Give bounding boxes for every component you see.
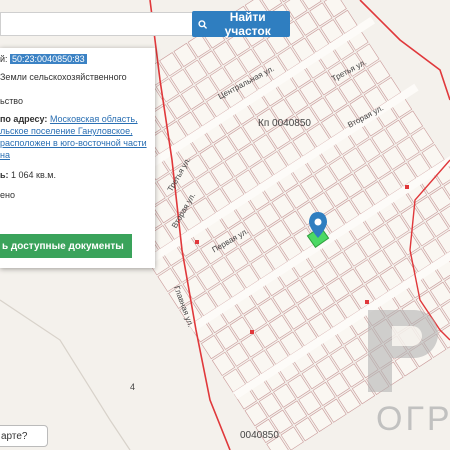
address-row: по адресу: Московская область, bbox=[0, 114, 138, 124]
address-line-4[interactable]: на bbox=[0, 150, 10, 160]
cadastral-number-row: й: 50:23:0040850:83 bbox=[0, 54, 87, 64]
cadastral-number-value[interactable]: 50:23:0040850:83 bbox=[10, 54, 87, 64]
help-bubble[interactable]: арте? bbox=[0, 425, 48, 447]
watermark-text: ОГР bbox=[376, 400, 450, 438]
address-line-1[interactable]: Московская область, bbox=[50, 114, 138, 124]
block-label-bottom: 0040850 bbox=[240, 430, 279, 441]
misc-text: ено bbox=[0, 190, 15, 200]
search-icon bbox=[198, 19, 208, 29]
parcel-info-card: й: 50:23:0040850:83 Земли сельскохозяйст… bbox=[0, 48, 155, 268]
block-label-center: Кп 0040850 bbox=[258, 118, 311, 129]
cadastral-number-label: й: bbox=[0, 54, 11, 64]
address-line-2[interactable]: льское поселение Гануловское, bbox=[0, 126, 133, 136]
area-value: 1 064 кв.м. bbox=[11, 170, 56, 180]
address-label: по адресу: bbox=[0, 114, 50, 124]
area-row: ь: 1 064 кв.м. bbox=[0, 170, 56, 180]
address-line-3[interactable]: расположен в юго-восточной части bbox=[0, 138, 147, 148]
search-input[interactable] bbox=[0, 12, 192, 36]
search-button-label: Найти участок bbox=[224, 10, 271, 38]
watermark-logo bbox=[362, 304, 448, 399]
area-label: ь: bbox=[0, 170, 12, 180]
usage-text: ьство bbox=[0, 96, 23, 106]
available-documents-button[interactable]: ь доступные документы bbox=[0, 234, 132, 258]
search-button[interactable]: Найти участок bbox=[192, 10, 290, 38]
map-number-label: 4 bbox=[130, 382, 136, 392]
category-text: Земли сельскохозяйственного bbox=[0, 72, 127, 82]
